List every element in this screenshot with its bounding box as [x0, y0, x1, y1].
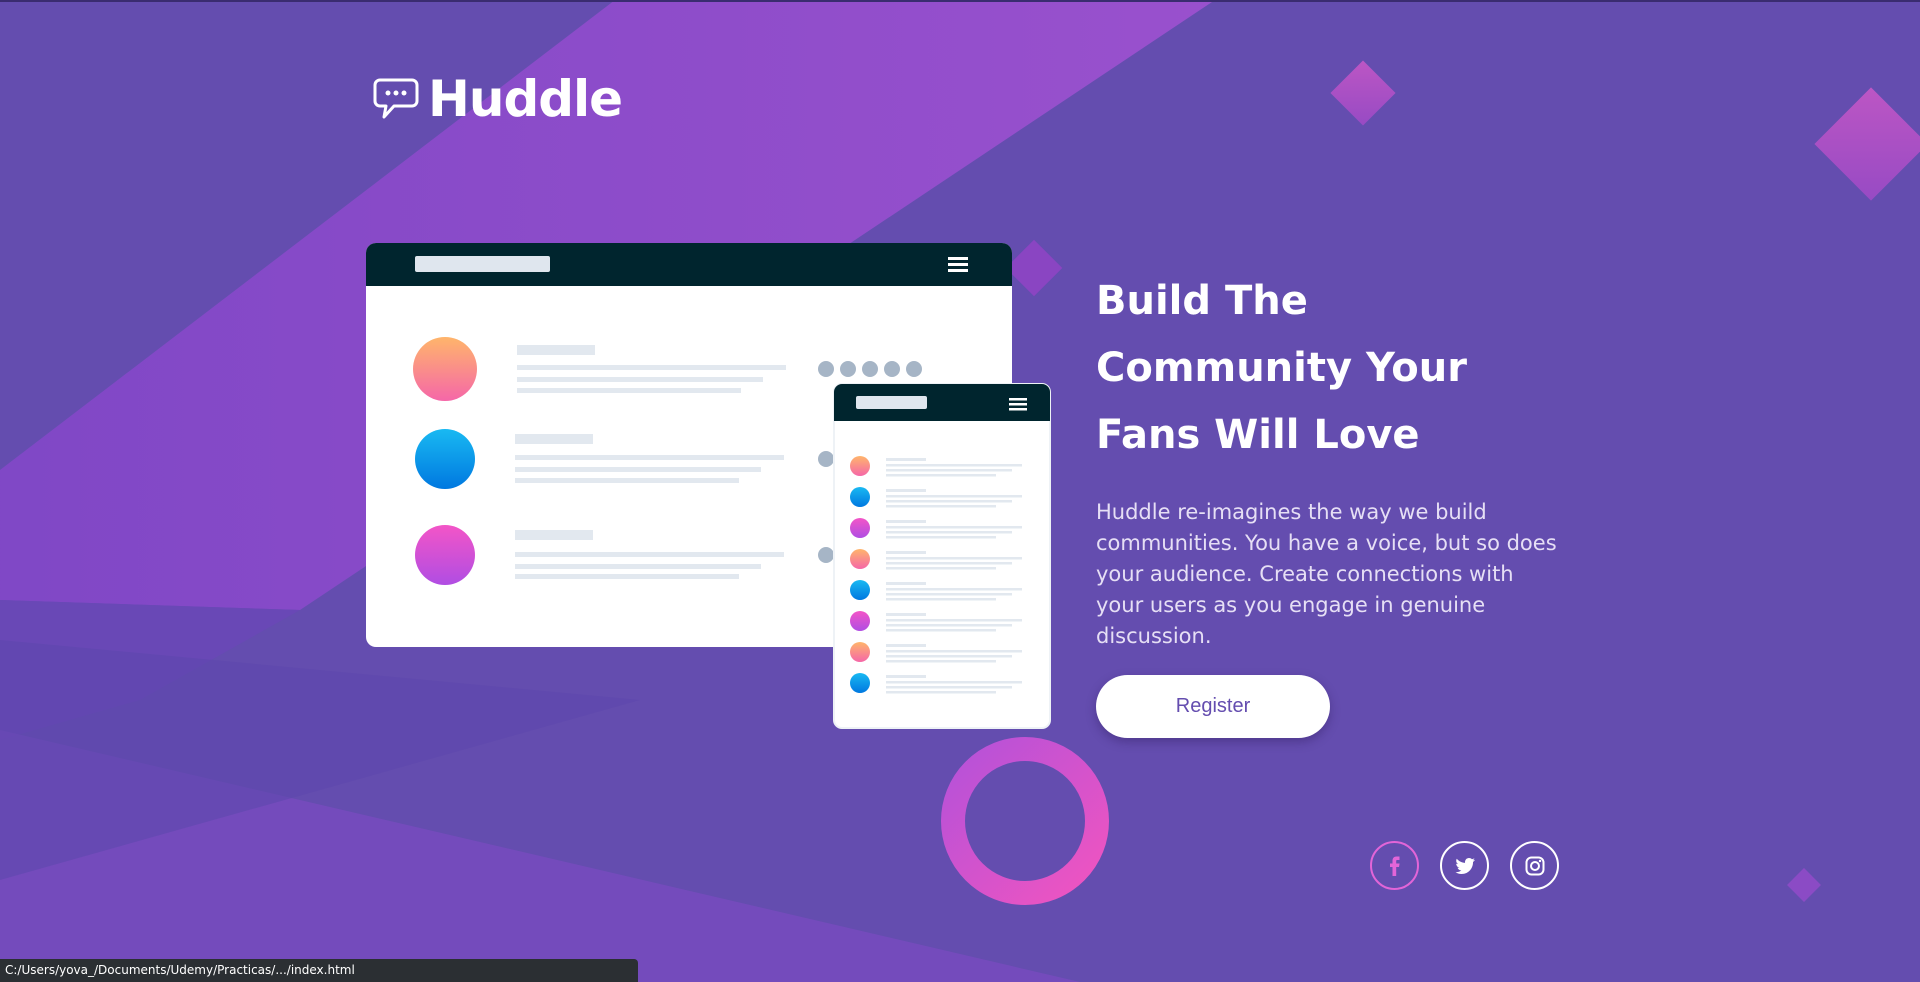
mobile-text-line	[886, 464, 1022, 467]
chat-bubble-icon	[373, 78, 419, 119]
facebook-link[interactable]	[1370, 841, 1419, 890]
hero-description: Huddle re-imagines the way we build comm…	[1096, 500, 1557, 648]
mobile-text-line	[886, 531, 1012, 534]
mobile-text-line	[886, 686, 1012, 689]
mobile-text-line	[886, 505, 996, 508]
mobile-text-line	[886, 526, 1022, 529]
social-links	[1370, 841, 1580, 890]
mobile-text-line	[886, 495, 1022, 498]
mobile-text-line	[886, 469, 1012, 472]
hero-title: Build The Community Your Fans Will Love	[1096, 268, 1566, 469]
mobile-text-line	[886, 536, 996, 539]
mobile-text-line	[886, 489, 926, 492]
mobile-text-line	[886, 644, 926, 647]
mobile-text-line	[886, 557, 1022, 560]
mobile-text-line	[886, 520, 926, 523]
mobile-text-line	[886, 551, 926, 554]
mobile-text-line	[886, 474, 996, 477]
twitter-link[interactable]	[1440, 841, 1489, 890]
hero-title-line: Fans Will Love	[1096, 412, 1420, 458]
mobile-text-line	[886, 567, 996, 570]
mobile-window	[833, 383, 1051, 729]
facebook-icon	[1389, 856, 1400, 876]
mobile-avatar	[850, 549, 870, 569]
instagram-icon	[1525, 856, 1544, 875]
mobile-text-line	[886, 562, 1012, 565]
mobile-avatar	[850, 611, 870, 631]
mobile-avatar	[850, 673, 870, 693]
mobile-avatar	[850, 580, 870, 600]
mobile-text-line	[886, 629, 996, 632]
instagram-link[interactable]	[1510, 841, 1559, 890]
brand-name: Huddle	[428, 70, 623, 128]
mobile-text-line	[886, 593, 1012, 596]
browser-status-url: C:/Users/yova_/Documents/Udemy/Practicas…	[0, 959, 638, 982]
mobile-text-line	[886, 675, 926, 678]
mobile-text-line	[886, 691, 996, 694]
mobile-text-line	[886, 588, 1022, 591]
register-button[interactable]: Register	[1096, 675, 1330, 738]
mobile-text-line	[886, 655, 1012, 658]
mobile-text-line	[886, 613, 926, 616]
mobile-text-line	[886, 598, 996, 601]
mobile-text-line	[886, 458, 926, 461]
mobile-text-line	[886, 681, 1022, 684]
hero-title-line: Build The	[1096, 278, 1308, 324]
mobile-text-line	[886, 582, 926, 585]
hero-illustration	[366, 243, 1051, 729]
mobile-text-line	[886, 650, 1022, 653]
mobile-avatar	[850, 487, 870, 507]
mobile-avatar	[850, 518, 870, 538]
twitter-icon	[1454, 857, 1475, 874]
mobile-avatar	[850, 456, 870, 476]
mobile-avatar	[850, 642, 870, 662]
mobile-text-line	[886, 624, 1012, 627]
mobile-text-line	[886, 500, 1012, 503]
hero-title-line: Community Your	[1096, 345, 1467, 391]
brand-logo[interactable]: Huddle	[372, 70, 623, 128]
mobile-text-line	[886, 619, 1022, 622]
mobile-text-line	[886, 660, 996, 663]
